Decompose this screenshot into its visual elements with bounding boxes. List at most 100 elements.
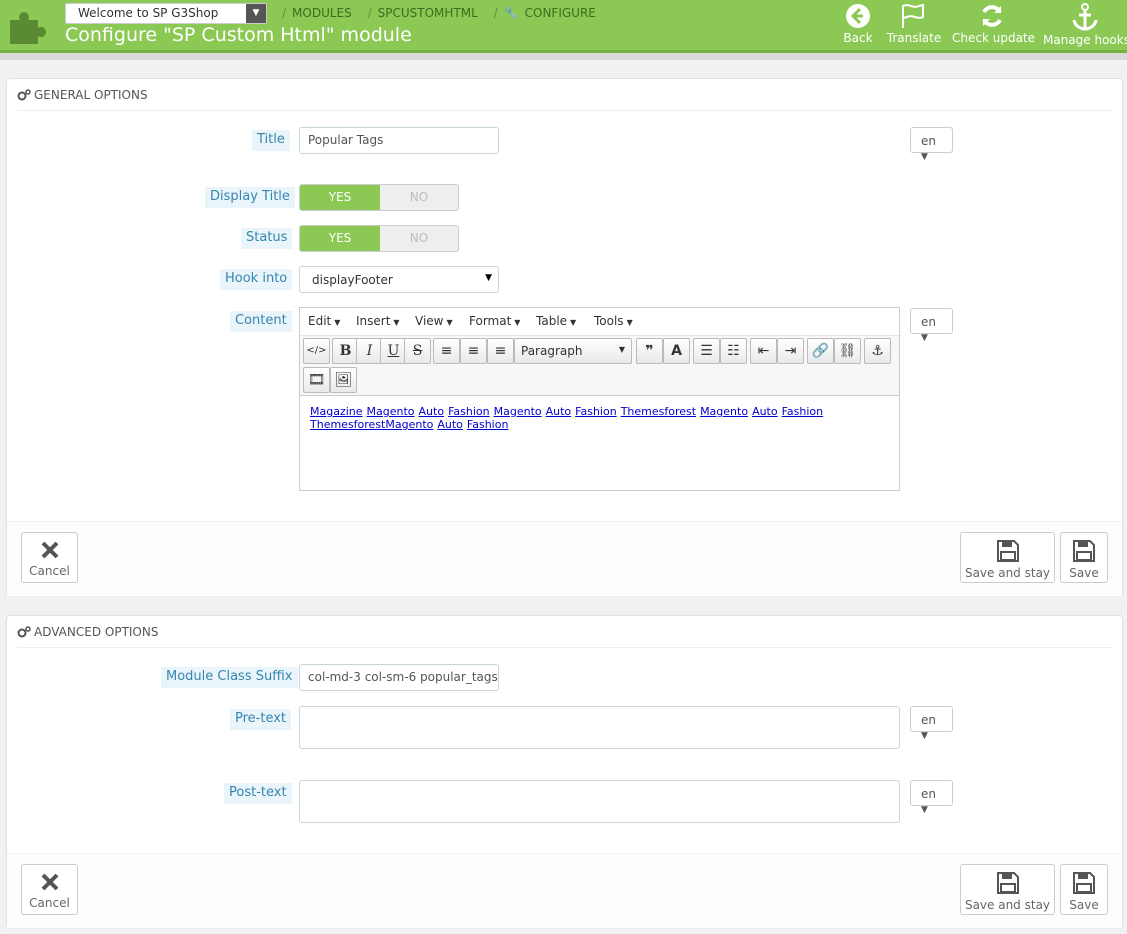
save-icon (1073, 872, 1095, 894)
status-no[interactable]: NO (380, 226, 458, 251)
title-label: Title (252, 130, 290, 151)
content-link[interactable]: Auto (546, 405, 572, 418)
unlink-icon[interactable]: ⛓ (834, 338, 861, 364)
save-icon (996, 872, 1019, 894)
content-link[interactable]: Fashion (575, 405, 617, 418)
save-and-stay-button[interactable]: Save and stay (960, 864, 1055, 915)
content-lang-dropdown[interactable]: en ▼ (910, 308, 953, 343)
panel-footer: Cancel Save and stay Save (7, 521, 1122, 596)
content-link[interactable]: Fashion (448, 405, 490, 418)
cancel-button[interactable]: Cancel (21, 532, 78, 583)
close-icon (41, 873, 58, 891)
content-link[interactable]: Magento (367, 405, 415, 418)
anchor-icon[interactable]: ⚓ (864, 338, 891, 364)
strikethrough-icon[interactable]: S (404, 338, 431, 364)
refresh-icon (982, 5, 1002, 27)
display-title-switch[interactable]: YES NO (299, 184, 459, 211)
editor-content[interactable]: Magazine Magento Auto Fashion Magento Auto Fas… (310, 405, 890, 431)
display-title-no[interactable]: NO (380, 185, 458, 210)
translate-button[interactable]: Translate (886, 0, 942, 50)
module-class-suffix-label: Module Class Suffix (161, 667, 298, 688)
menu-insert[interactable]: Insert ▼ (356, 314, 400, 328)
hook-into-label: Hook into (220, 269, 293, 290)
menu-view[interactable]: View ▼ (415, 314, 453, 328)
panel-heading: ADVANCED OPTIONS (17, 616, 1112, 648)
align-right-icon[interactable]: ≡ (487, 338, 514, 364)
content-link[interactable]: Fashion (782, 405, 824, 418)
outdent-icon[interactable]: ⇤ (750, 338, 777, 364)
content-link[interactable]: Themesforest (621, 405, 696, 418)
hook-into-select[interactable]: displayFooter ▼ (299, 266, 499, 293)
content-link[interactable]: Auto (752, 405, 778, 418)
caret-down-icon: ▼ (921, 805, 928, 815)
back-button[interactable]: Back (840, 0, 876, 50)
underline-icon[interactable]: U (380, 338, 407, 364)
close-icon (41, 541, 58, 559)
format-select[interactable]: Paragraph ▼ (514, 338, 632, 364)
link-icon[interactable]: 🔗 (807, 338, 834, 364)
status-switch[interactable]: YES NO (299, 225, 459, 252)
menu-edit[interactable]: Edit ▼ (308, 314, 340, 328)
text-color-icon[interactable]: A (663, 338, 690, 364)
top-header: Welcome to SP G3Shop ▼ / MODULES / SPCUSTO… (0, 0, 1127, 53)
content-link[interactable]: ThemesforestMagento (310, 418, 433, 431)
post-text-label: Post-text (224, 783, 292, 804)
title-input[interactable]: Popular Tags (299, 127, 499, 154)
caret-down-icon: ▼ (921, 152, 928, 162)
media-icon[interactable]: 🎞 (303, 367, 330, 393)
menu-format[interactable]: Format ▼ (469, 314, 520, 328)
save-button[interactable]: Save (1060, 864, 1108, 915)
content-link[interactable]: Magazine (310, 405, 363, 418)
shop-select[interactable]: Welcome to SP G3Shop ▼ (65, 3, 267, 24)
breadcrumb-modules[interactable]: MODULES (292, 6, 352, 20)
content-label: Content (230, 311, 292, 332)
save-icon (996, 540, 1019, 562)
pre-text-lang-dropdown[interactable]: en ▼ (910, 706, 953, 741)
editor-menubar: Edit ▼ Insert ▼ View ▼ Format ▼ Table ▼ Tools… (300, 308, 899, 335)
save-button[interactable]: Save (1060, 532, 1108, 583)
caret-down-icon: ▼ (921, 333, 928, 343)
status-label: Status (241, 228, 293, 249)
flag-icon (902, 3, 924, 28)
content-link[interactable]: Fashion (467, 418, 509, 431)
caret-down-icon: ▼ (485, 273, 492, 283)
post-text-input[interactable] (299, 780, 900, 823)
menu-tools[interactable]: Tools ▼ (594, 314, 633, 328)
image-icon[interactable]: 🖼 (330, 367, 357, 393)
cancel-button[interactable]: Cancel (21, 864, 78, 915)
numbered-list-icon[interactable]: ☷ (720, 338, 747, 364)
cogs-icon (17, 626, 31, 638)
content-link[interactable]: Magento (700, 405, 748, 418)
indent-icon[interactable]: ⇥ (777, 338, 804, 364)
align-left-icon[interactable]: ≡ (433, 338, 460, 364)
wrench-icon: 🔧 (503, 6, 519, 20)
chevron-down-icon: ▼ (246, 4, 266, 23)
check-update-button[interactable]: Check update (952, 0, 1035, 50)
title-lang-dropdown[interactable]: en ▼ (910, 127, 953, 162)
pre-text-label: Pre-text (230, 709, 292, 730)
display-title-yes[interactable]: YES (300, 185, 380, 210)
shop-select-value: Welcome to SP G3Shop (78, 6, 219, 20)
breadcrumb: / MODULES / SPCUSTOMHTML / 🔧 CONFIGURE (282, 6, 596, 20)
bold-icon[interactable]: B (332, 338, 359, 364)
save-and-stay-button[interactable]: Save and stay (960, 532, 1055, 583)
source-code-icon[interactable]: </> (303, 338, 330, 364)
menu-table[interactable]: Table ▼ (536, 314, 576, 328)
blockquote-icon[interactable]: ❞ (636, 338, 663, 364)
post-text-lang-dropdown[interactable]: en ▼ (910, 780, 953, 815)
breadcrumb-spcustomhtml[interactable]: SPCUSTOMHTML (378, 6, 478, 20)
panel-footer: Cancel Save and stay Save (7, 853, 1122, 928)
pre-text-input[interactable] (299, 706, 900, 749)
module-class-suffix-input[interactable]: col-md-3 col-sm-6 popular_tags (299, 664, 499, 691)
italic-icon[interactable]: I (356, 338, 383, 364)
align-center-icon[interactable]: ≡ (460, 338, 487, 364)
bullet-list-icon[interactable]: ☰ (693, 338, 720, 364)
general-options-panel: GENERAL OPTIONS Title Popular Tags en ▼ … (6, 78, 1123, 596)
status-yes[interactable]: YES (300, 226, 380, 251)
advanced-options-panel: ADVANCED OPTIONS Module Class Suffix col… (6, 615, 1123, 928)
manage-hooks-button[interactable]: Manage hooks (1043, 0, 1127, 50)
content-link[interactable]: Auto (437, 418, 463, 431)
content-link[interactable]: Auto (419, 405, 445, 418)
content-link[interactable]: Magento (494, 405, 542, 418)
header-shadow (0, 53, 1127, 60)
